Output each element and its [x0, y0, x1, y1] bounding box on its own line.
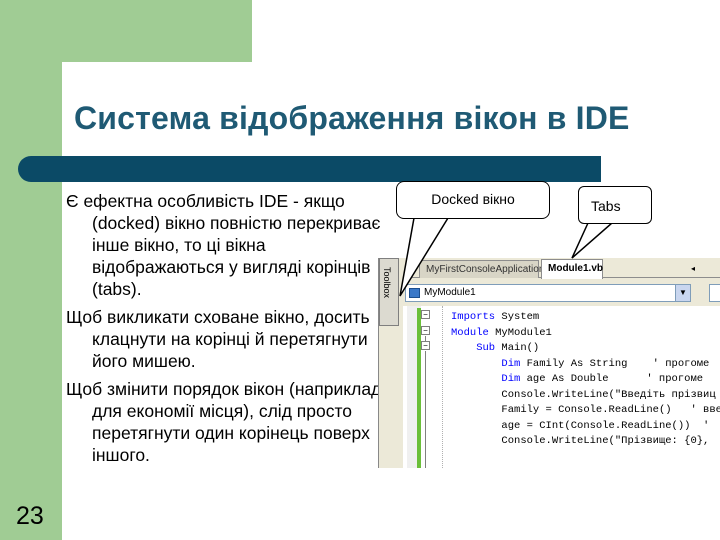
ide-screenshot: Toolbox MyFirstConsoleApplication Module… — [378, 258, 720, 468]
code-editor: MyFirstConsoleApplication Module1.vb ◂ M… — [403, 258, 720, 468]
fold-imports-icon[interactable]: − — [421, 310, 430, 319]
title-underline-bar — [18, 156, 601, 182]
method-dropdown[interactable] — [709, 284, 720, 302]
body-text: Є ефектна особливість IDE - якщо (docked… — [66, 190, 388, 472]
fold-sub-icon[interactable]: − — [421, 341, 430, 350]
slide-background-green-left — [0, 0, 62, 540]
class-dropdown-value: MyModule1 — [424, 287, 476, 298]
slide-background-green-top — [0, 0, 252, 62]
code-area[interactable]: − − − Imports System Module MyModule1 Su… — [403, 306, 720, 468]
chevron-down-icon[interactable]: ▼ — [675, 285, 690, 301]
slide-number: 23 — [16, 502, 44, 530]
tab-module1[interactable]: Module1.vb — [541, 259, 603, 279]
paragraph-show-hidden: Щоб викликати сховане вікно, досить клац… — [66, 307, 370, 371]
toolbox-panel[interactable]: Toolbox — [379, 258, 399, 326]
tab-bar: MyFirstConsoleApplication Module1.vb ◂ — [403, 258, 720, 279]
fold-module-icon[interactable]: − — [421, 326, 430, 335]
toolbox-label: Toolbox — [382, 267, 392, 299]
class-dropdown[interactable]: MyModule1 ▼ — [405, 284, 691, 302]
tabs-callout: Tabs — [578, 186, 652, 224]
tab-project[interactable]: MyFirstConsoleApplication — [419, 260, 544, 278]
code-gutter: − − − — [403, 306, 443, 468]
navigation-bar: MyModule1 ▼ — [403, 282, 720, 304]
slide-title: Система відображення вікон в IDE — [74, 100, 630, 136]
module-icon — [409, 288, 420, 298]
tab-scroll-left-icon[interactable]: ◂ — [691, 264, 695, 273]
docked-callout: Docked вікно — [396, 181, 550, 219]
fold-line — [425, 351, 426, 468]
code-text: Imports System Module MyModule1 Sub Main… — [451, 311, 720, 447]
paragraph-tabs: Є ефектна особливість IDE - якщо (docked… — [66, 191, 381, 299]
paragraph-reorder: Щоб змінити порядок вікон (наприклад, дл… — [66, 379, 387, 465]
